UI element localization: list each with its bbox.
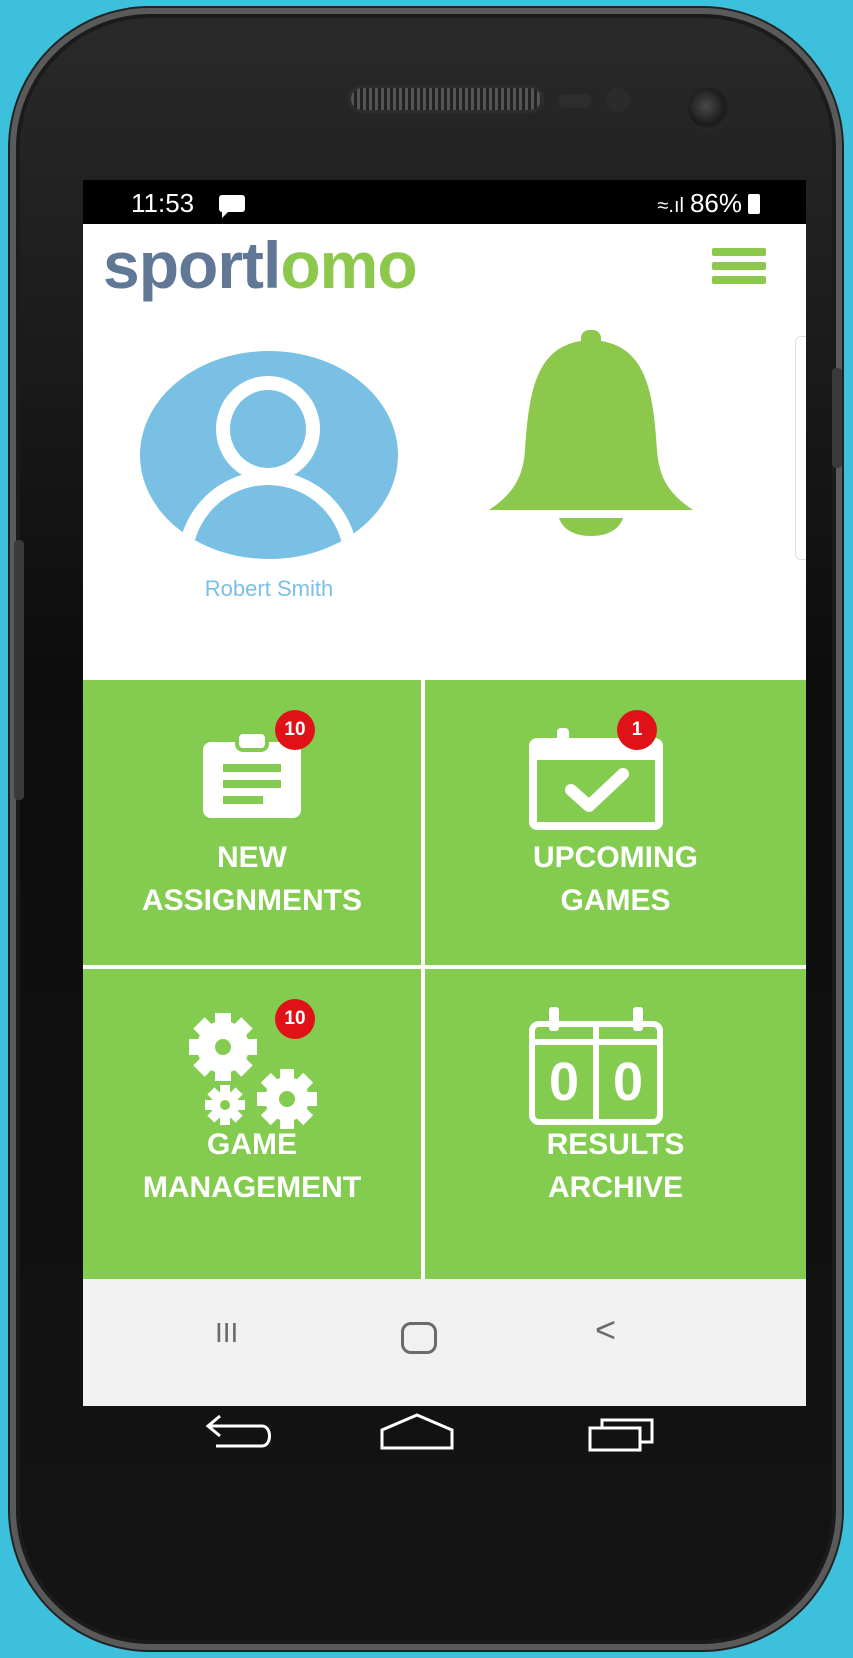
light-sensor <box>606 88 630 112</box>
app-header: sportlomo <box>83 224 806 306</box>
score-right: 0 <box>612 1052 644 1112</box>
status-right: ≈.ıl 86% <box>657 188 760 219</box>
tile-label-line2: MANAGEMENT <box>142 1171 362 1204</box>
volume-button <box>14 540 24 800</box>
badge-upcoming-games: 1 <box>617 710 657 750</box>
tile-label-line2: ARCHIVE <box>547 1171 683 1204</box>
score-left: 0 <box>548 1052 580 1112</box>
back-button[interactable]: < <box>595 1309 616 1351</box>
home-button[interactable] <box>401 1322 437 1354</box>
battery-icon <box>748 194 760 214</box>
dashboard-grid: 10 NEW ASSIGNMENTS 1 UPCOMING GAMES 10 G… <box>83 680 806 1279</box>
tile-label-line2: ASSIGNMENTS <box>141 884 363 917</box>
tile-label-line1: GAME <box>207 1128 297 1161</box>
front-camera <box>688 88 728 128</box>
tile-label-line1: UPCOMING <box>533 841 698 874</box>
hw-recents-icon[interactable] <box>588 1416 654 1452</box>
badge-new-assignments: 10 <box>275 710 315 750</box>
recents-button[interactable]: III <box>215 1317 238 1349</box>
bell-icon[interactable] <box>481 330 701 550</box>
tile-label-line1: RESULTS <box>546 1128 685 1161</box>
status-bar: 11:53 ≈.ıl 86% <box>83 180 806 224</box>
logo-part1: sportl <box>103 228 281 302</box>
app-screen: 11:53 ≈.ıl 86% sportlomo Robert Smith 10… <box>83 180 806 1406</box>
logo-part2: omo <box>280 228 417 302</box>
badge-game-management: 10 <box>275 999 315 1039</box>
phone-frame: 11:53 ≈.ıl 86% sportlomo Robert Smith 10… <box>10 8 842 1650</box>
power-button <box>832 368 842 468</box>
tile-label-line1: NEW <box>217 841 287 874</box>
hw-home-icon[interactable] <box>378 1412 456 1452</box>
scoreboard-icon: 0 0 <box>529 1007 663 1125</box>
tile-results-archive[interactable]: 0 0 RESULTS ARCHIVE <box>425 969 806 1279</box>
status-time: 11:53 <box>131 188 195 218</box>
user-name[interactable]: Robert Smith <box>140 576 398 602</box>
message-icon <box>219 195 245 218</box>
sportlomo-logo[interactable]: sportlomo <box>103 224 418 306</box>
tile-game-management[interactable]: 10 GAME MANAGEMENT <box>83 969 421 1279</box>
scroll-indicator[interactable] <box>795 336 806 560</box>
android-nav-bar: III < <box>83 1279 806 1406</box>
speaker-grill <box>351 88 541 110</box>
hamburger-icon[interactable] <box>712 248 766 288</box>
tile-label-line2: GAMES <box>560 884 671 917</box>
tile-upcoming-games[interactable]: 1 UPCOMING GAMES <box>425 680 806 965</box>
battery-percent: 86% <box>689 188 742 218</box>
proximity-sensor <box>558 94 592 108</box>
tile-new-assignments[interactable]: 10 NEW ASSIGNMENTS <box>83 680 421 965</box>
hw-back-icon[interactable] <box>202 1414 276 1450</box>
user-avatar-icon[interactable] <box>140 351 398 559</box>
wifi-signal-icon: ≈.ıl <box>657 195 684 217</box>
